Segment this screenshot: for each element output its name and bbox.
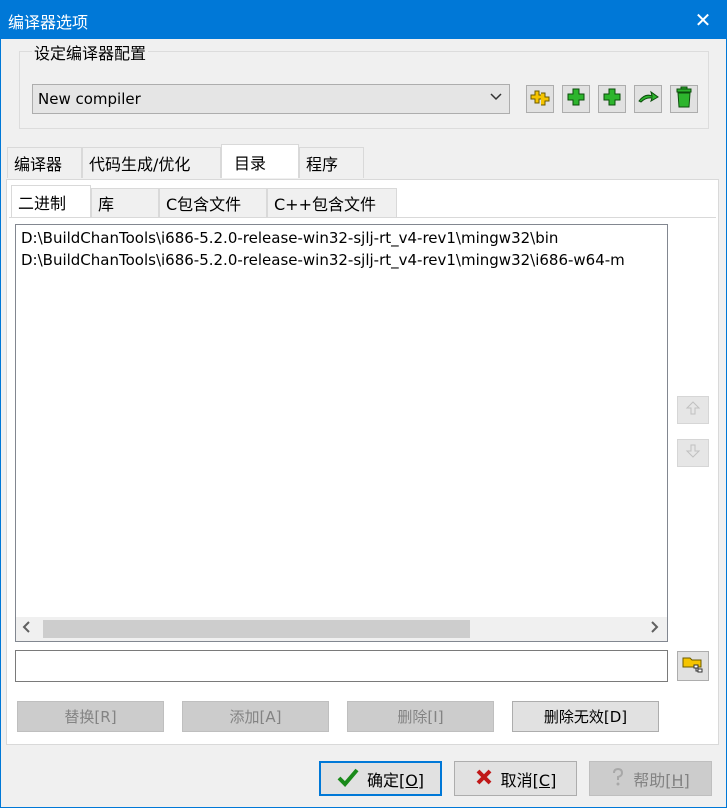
tab-label: 目录 — [234, 153, 267, 173]
arrow-up-icon — [685, 400, 701, 421]
tab-compiler[interactable]: 编译器 — [7, 147, 82, 178]
tab-cpp-includes[interactable]: C++包含文件 — [267, 188, 397, 217]
tab-label: 二进制 — [18, 193, 67, 213]
cancel-button[interactable]: 取消[C] — [454, 761, 577, 796]
ok-label: 确定[O] — [366, 770, 425, 790]
path-input[interactable] — [15, 650, 668, 682]
tab-c-includes[interactable]: C包含文件 — [159, 188, 267, 217]
compiler-set-value: New compiler — [38, 90, 141, 108]
arrow-down-icon — [685, 443, 701, 464]
scrollbar-thumb[interactable] — [43, 620, 470, 638]
chevron-down-icon — [489, 89, 503, 107]
replace-button[interactable]: 替换[R] — [17, 701, 164, 732]
compiler-set-dropdown[interactable]: New compiler — [32, 84, 510, 114]
group-legend: 设定编译器配置 — [32, 40, 149, 64]
directories-panel: 二进制 库 C包含文件 C++包含文件 D:\BuildChanTools\i6… — [6, 179, 719, 745]
list-item[interactable]: D:\BuildChanTools\i686-5.2.0-release-win… — [21, 229, 558, 247]
close-button[interactable]: ✕ — [680, 1, 726, 39]
window-title: 编译器选项 — [8, 13, 89, 32]
tab-programs[interactable]: 程序 — [299, 147, 364, 178]
tab-libraries[interactable]: 库 — [91, 188, 159, 217]
tab-label: 程序 — [306, 155, 339, 174]
tab-binaries[interactable]: 二进制 — [11, 185, 91, 217]
scroll-right-icon[interactable] — [649, 619, 659, 638]
browse-folder-button[interactable] — [677, 651, 709, 681]
help-icon — [611, 767, 625, 791]
delete-compiler-button[interactable] — [670, 85, 698, 113]
cancel-label: 取消[C] — [500, 770, 557, 790]
add-button[interactable]: 添加[A] — [182, 701, 329, 732]
horizontal-scrollbar[interactable] — [16, 617, 667, 641]
x-icon — [475, 768, 493, 790]
tab-label: 代码生成/优化 — [89, 155, 191, 174]
add-compiler-set-button[interactable] — [526, 85, 554, 113]
add-icon — [566, 87, 586, 111]
delete-button[interactable]: 删除[I] — [347, 701, 494, 732]
tab-label: 库 — [98, 195, 115, 214]
help-label: 帮助[H] — [633, 770, 690, 790]
copy-compiler-button[interactable] — [598, 85, 626, 113]
ok-button[interactable]: 确定[O] — [319, 761, 442, 796]
help-button[interactable]: 帮助[H] — [589, 761, 712, 796]
move-up-button[interactable] — [677, 396, 709, 424]
tab-directories[interactable]: 目录 — [221, 144, 299, 178]
title-bar: 编译器选项 ✕ — [1, 1, 726, 39]
compiler-set-group: 设定编译器配置 New compiler — [19, 40, 709, 129]
folder-icon — [682, 654, 704, 678]
rename-compiler-button[interactable] — [634, 85, 662, 113]
delete-icon — [675, 86, 693, 112]
directory-list[interactable]: D:\BuildChanTools\i686-5.2.0-release-win… — [15, 224, 668, 642]
add-icon — [602, 87, 622, 111]
checkmark-icon — [337, 767, 359, 791]
scroll-left-icon[interactable] — [22, 619, 32, 638]
add-compiler-button[interactable] — [562, 85, 590, 113]
move-down-button[interactable] — [677, 439, 709, 467]
delete-invalid-button[interactable]: 删除无效[D] — [512, 701, 659, 732]
tab-codegen[interactable]: 代码生成/优化 — [82, 147, 221, 178]
list-item[interactable]: D:\BuildChanTools\i686-5.2.0-release-win… — [21, 251, 625, 269]
tab-label: 编译器 — [14, 155, 63, 174]
tab-label: C包含文件 — [166, 195, 242, 214]
tab-label: C++包含文件 — [274, 195, 376, 214]
rename-icon — [637, 89, 659, 109]
add-compiler-set-icon — [529, 87, 551, 111]
binaries-subpanel: D:\BuildChanTools\i686-5.2.0-release-win… — [9, 217, 716, 743]
compiler-options-dialog: 编译器选项 ✕ 设定编译器配置 New compiler 编译器 代码生成/优化… — [0, 0, 727, 808]
